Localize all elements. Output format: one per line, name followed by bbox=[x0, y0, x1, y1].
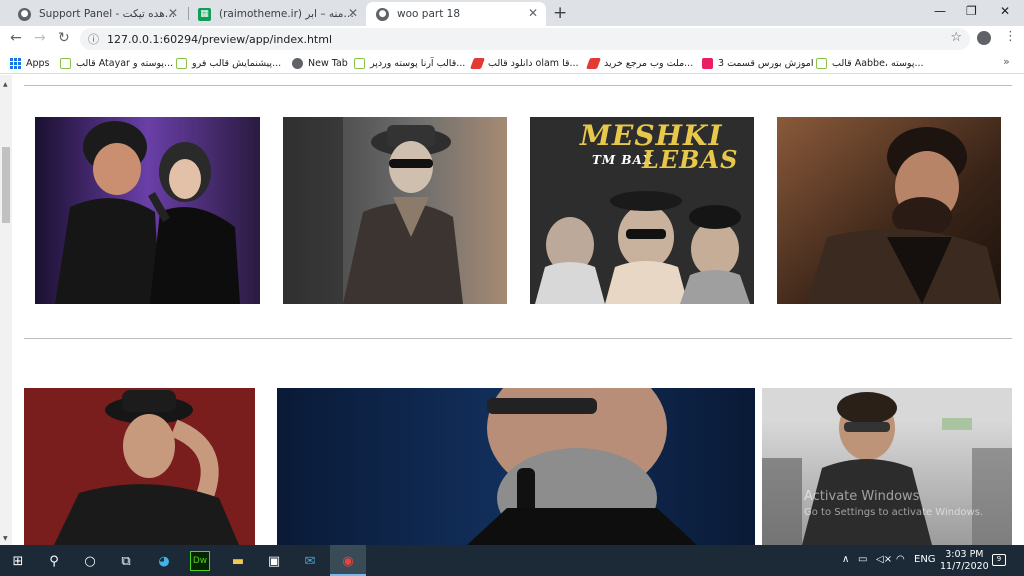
bookmark-label: قالب Atayar پوسته و... bbox=[76, 57, 174, 69]
edge-icon[interactable]: ◕ bbox=[154, 551, 174, 571]
page-viewport: ▲ ▼ MESHKI TM BAX LEBAS bbox=[0, 75, 1024, 545]
tab-title: Support Panel - مشاهده تیکت bbox=[39, 8, 176, 20]
system-clock[interactable]: 3:03 PM 11/7/2020 bbox=[940, 549, 989, 573]
gallery-photo-1[interactable] bbox=[35, 117, 260, 304]
close-icon[interactable]: ✕ bbox=[168, 6, 178, 20]
back-arrow-icon[interactable]: ← bbox=[10, 30, 22, 46]
apps-grid-icon bbox=[10, 57, 21, 69]
forward-arrow-icon[interactable]: → bbox=[34, 30, 46, 46]
bookmark-label: ملت وب مرجع خرید... bbox=[604, 57, 694, 69]
bookmark-arena[interactable]: قالب آرنا پوسته وردپر... bbox=[354, 55, 465, 71]
sheets-icon: ▦ bbox=[198, 7, 211, 21]
red-arrow-icon bbox=[585, 57, 602, 69]
windows-start-icon[interactable]: ⊞ bbox=[8, 551, 28, 571]
bookmark-new-tab[interactable]: New Tab bbox=[292, 55, 348, 71]
watermark-subtitle: Go to Settings to activate Windows. bbox=[804, 507, 984, 518]
search-icon[interactable]: ⚲ bbox=[44, 551, 64, 571]
chrome-icon[interactable]: ◉ bbox=[338, 551, 358, 571]
vertical-scrollbar[interactable]: ▲ ▼ bbox=[0, 75, 12, 545]
close-icon[interactable]: ✕ bbox=[528, 6, 538, 20]
chevron-right-double-icon[interactable]: » bbox=[1003, 55, 1010, 68]
bookmark-label: New Tab bbox=[308, 57, 348, 69]
kebab-menu-icon[interactable]: ⋮ bbox=[1004, 29, 1017, 44]
bookmark-apps[interactable]: Apps bbox=[10, 55, 50, 71]
gallery-photo-7[interactable] bbox=[762, 388, 1012, 545]
bookmark-label: اموزش بورس قسمت 3 bbox=[718, 57, 814, 69]
tab-strip: ● Support Panel - مشاهده تیکت ✕ ▦ (raimo… bbox=[0, 0, 1024, 26]
globe-icon: ● bbox=[376, 7, 389, 21]
store-icon[interactable]: ▣ bbox=[264, 551, 284, 571]
tab-title: woo part 18 bbox=[397, 8, 461, 20]
scrollbar-thumb[interactable] bbox=[2, 147, 10, 223]
bookmark-label: قالب آرنا پوسته وردپر... bbox=[370, 57, 466, 69]
windows-taskbar: ⊞ ⚲ ○ ⧉ ◕ Dw ▬ ▣ ✉ ◉ ∧ ▭ ◁× ◠ ENG 3:03 P… bbox=[0, 545, 1024, 576]
scroll-down-icon[interactable]: ▼ bbox=[3, 535, 8, 542]
gallery-photo-2[interactable] bbox=[283, 117, 507, 304]
bookmark-label: قالب Aabbe، پوسته... bbox=[832, 57, 924, 69]
globe-icon bbox=[292, 57, 303, 69]
url-text[interactable]: 127.0.0.1:60294/preview/app/index.html bbox=[107, 33, 332, 46]
n-logo-icon bbox=[176, 57, 187, 69]
red-arrow-icon bbox=[469, 57, 486, 69]
info-icon[interactable]: ⓘ bbox=[88, 31, 99, 47]
pink-grid-icon bbox=[702, 57, 713, 69]
divider bbox=[24, 338, 1012, 339]
window-close-icon[interactable]: ✕ bbox=[1000, 4, 1010, 18]
n-logo-icon bbox=[60, 57, 71, 69]
tab-woo-part-18[interactable]: ● woo part 18 ✕ bbox=[366, 2, 546, 26]
chevron-up-icon[interactable]: ∧ bbox=[842, 554, 849, 565]
browser-toolbar: ← → ↻ ⓘ 127.0.0.1:60294/preview/app/inde… bbox=[0, 26, 1024, 52]
tab-title: (raimotheme.ir) نمایش دامنه – ابر... bbox=[219, 8, 356, 20]
bookmark-preview[interactable]: پیشنمایش قالب فرو... bbox=[176, 55, 281, 71]
notification-center-icon[interactable]: 9 bbox=[992, 554, 1006, 566]
watermark-title: Activate Windows bbox=[804, 489, 920, 504]
battery-icon[interactable]: ▭ bbox=[858, 554, 867, 565]
bookmark-label: Apps bbox=[26, 57, 50, 69]
scroll-up-icon[interactable]: ▲ bbox=[3, 81, 8, 88]
profile-avatar-icon[interactable] bbox=[977, 31, 991, 45]
close-icon[interactable]: ✕ bbox=[348, 6, 358, 20]
restore-icon[interactable]: ❐ bbox=[966, 4, 977, 18]
new-tab-button[interactable]: + bbox=[553, 3, 567, 23]
bookmark-label: پیشنمایش قالب فرو... bbox=[192, 57, 282, 69]
gallery-photo-4[interactable] bbox=[777, 117, 1001, 304]
clock-time: 3:03 PM bbox=[945, 549, 984, 560]
tab-support-panel[interactable]: ● Support Panel - مشاهده تیکت ✕ bbox=[8, 2, 186, 26]
gallery-poster-meshki[interactable]: MESHKI TM BAX LEBAS bbox=[530, 117, 754, 304]
n-logo-icon bbox=[354, 57, 365, 69]
bookmark-bourse[interactable]: اموزش بورس قسمت 3 bbox=[702, 55, 814, 71]
globe-icon: ● bbox=[18, 7, 31, 21]
wifi-icon[interactable]: ◠ bbox=[896, 554, 905, 565]
cortana-icon[interactable]: ○ bbox=[80, 551, 100, 571]
mail-icon[interactable]: ✉ bbox=[300, 551, 320, 571]
divider bbox=[24, 85, 1012, 86]
n-logo-icon bbox=[816, 57, 827, 69]
tab-domain-preview[interactable]: ▦ (raimotheme.ir) نمایش دامنه – ابر... ✕ bbox=[188, 2, 366, 26]
activate-windows-watermark: Activate Windows Go to Settings to activ… bbox=[804, 489, 983, 521]
file-explorer-icon[interactable]: ▬ bbox=[228, 551, 248, 571]
star-icon[interactable]: ☆ bbox=[950, 30, 962, 45]
language-indicator[interactable]: ENG bbox=[914, 554, 936, 565]
bookmarks-bar: Apps قالب Atayar پوسته و... پیشنمایش قال… bbox=[0, 52, 1024, 74]
bookmark-label: دانلود قالب olam قا... bbox=[488, 57, 579, 69]
gallery-photo-6[interactable] bbox=[277, 388, 755, 545]
volume-icon[interactable]: ◁× bbox=[876, 554, 892, 565]
bookmark-mellat[interactable]: ملت وب مرجع خرید... bbox=[585, 55, 694, 71]
reload-icon[interactable]: ↻ bbox=[58, 30, 70, 46]
clock-date: 11/7/2020 bbox=[940, 561, 989, 572]
bookmark-olam[interactable]: دانلود قالب olam قا... bbox=[469, 55, 579, 71]
dreamweaver-icon[interactable]: Dw bbox=[190, 551, 210, 571]
notification-count: 9 bbox=[996, 555, 1002, 563]
gallery-photo-5[interactable] bbox=[24, 388, 255, 545]
task-view-icon[interactable]: ⧉ bbox=[116, 551, 136, 571]
address-bar[interactable]: ⓘ 127.0.0.1:60294/preview/app/index.html… bbox=[80, 28, 970, 50]
minimize-icon[interactable]: — bbox=[934, 4, 946, 18]
poster-title-2: LEBAS bbox=[642, 145, 739, 174]
bookmark-aabbe[interactable]: قالب Aabbe، پوسته... bbox=[816, 55, 924, 71]
bookmark-atayar[interactable]: قالب Atayar پوسته و... bbox=[60, 55, 173, 71]
